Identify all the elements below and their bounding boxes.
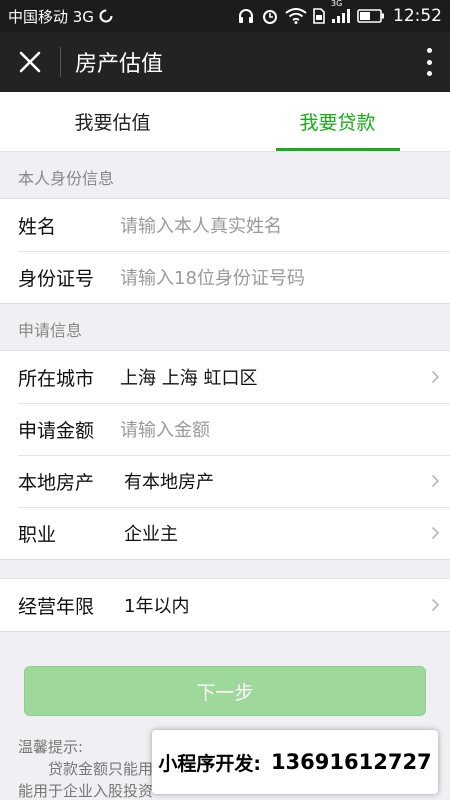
section-title-identity: 本人身份信息 [18, 169, 115, 188]
nav-divider [60, 47, 61, 77]
nav-bar: 房产估值 [0, 32, 450, 92]
city-value: 上海 上海 虹口区 [120, 368, 258, 389]
close-icon[interactable] [0, 32, 60, 92]
city-label: 所在城市 [18, 367, 95, 390]
battery-icon [357, 9, 385, 23]
tab-bar: 我要估值 我要贷款 [0, 92, 450, 152]
wifi-icon [285, 8, 307, 24]
application-group: 所在城市 上海 上海 虹口区 申请金额 请输入金额 本地房产 有本地房产 职业 … [0, 350, 450, 560]
years-value: 1年以内 [124, 596, 190, 617]
button-wrap: 下一步 [0, 632, 450, 716]
property-label: 本地房产 [18, 471, 95, 494]
sim-icon [313, 8, 325, 24]
name-row: 姓名 请输入本人真实姓名 [0, 199, 450, 251]
loading-icon [98, 8, 114, 24]
signal-icon: 3G [331, 0, 351, 24]
property-value: 有本地房产 [124, 472, 214, 493]
identity-group: 姓名 请输入本人真实姓名 身份证号 请输入18位身份证号码 [0, 198, 450, 304]
chevron-right-icon [420, 370, 450, 384]
more-icon[interactable] [422, 48, 436, 76]
property-row[interactable]: 本地房产 有本地房产 [0, 455, 450, 507]
page-title: 房产估值 [75, 52, 164, 77]
years-label: 经营年限 [18, 595, 95, 618]
amount-row: 申请金额 请输入金额 [0, 403, 450, 455]
carrier-label: 中国移动 3G [8, 7, 94, 26]
promo-banner: 小程序开发: 13691612727 [152, 730, 438, 794]
id-row: 身份证号 请输入18位身份证号码 [0, 251, 450, 303]
chevron-right-icon [420, 474, 450, 488]
job-row[interactable]: 职业 企业主 [0, 507, 450, 559]
name-label: 姓名 [18, 215, 57, 238]
section-title-application: 申请信息 [18, 321, 83, 340]
id-label: 身份证号 [18, 267, 95, 290]
status-bar: 中国移动 3G 3G 12:52 [0, 0, 450, 32]
amount-label: 申请金额 [18, 419, 95, 442]
job-value: 企业主 [124, 524, 178, 545]
chevron-right-icon [420, 598, 450, 612]
next-step-button[interactable]: 下一步 [24, 666, 426, 716]
alarm-icon [261, 7, 279, 25]
job-label: 职业 [18, 523, 57, 546]
name-input[interactable]: 请输入本人真实姓名 [120, 212, 450, 238]
chevron-right-icon [420, 526, 450, 540]
business-group: 经营年限 1年以内 [0, 578, 450, 632]
amount-input[interactable]: 请输入金额 [120, 416, 450, 442]
tab-valuation[interactable]: 我要估值 [0, 92, 225, 151]
promo-phone: 13691612727 [270, 750, 432, 774]
headphones-icon [237, 7, 255, 25]
tab-loan[interactable]: 我要贷款 [225, 92, 450, 151]
city-row[interactable]: 所在城市 上海 上海 虹口区 [0, 351, 450, 403]
id-number-input[interactable]: 请输入18位身份证号码 [120, 264, 450, 290]
clock: 12:52 [393, 6, 442, 26]
promo-label: 小程序开发: [158, 752, 261, 775]
years-row[interactable]: 经营年限 1年以内 [0, 579, 450, 631]
network-type: 3G [331, 0, 343, 8]
